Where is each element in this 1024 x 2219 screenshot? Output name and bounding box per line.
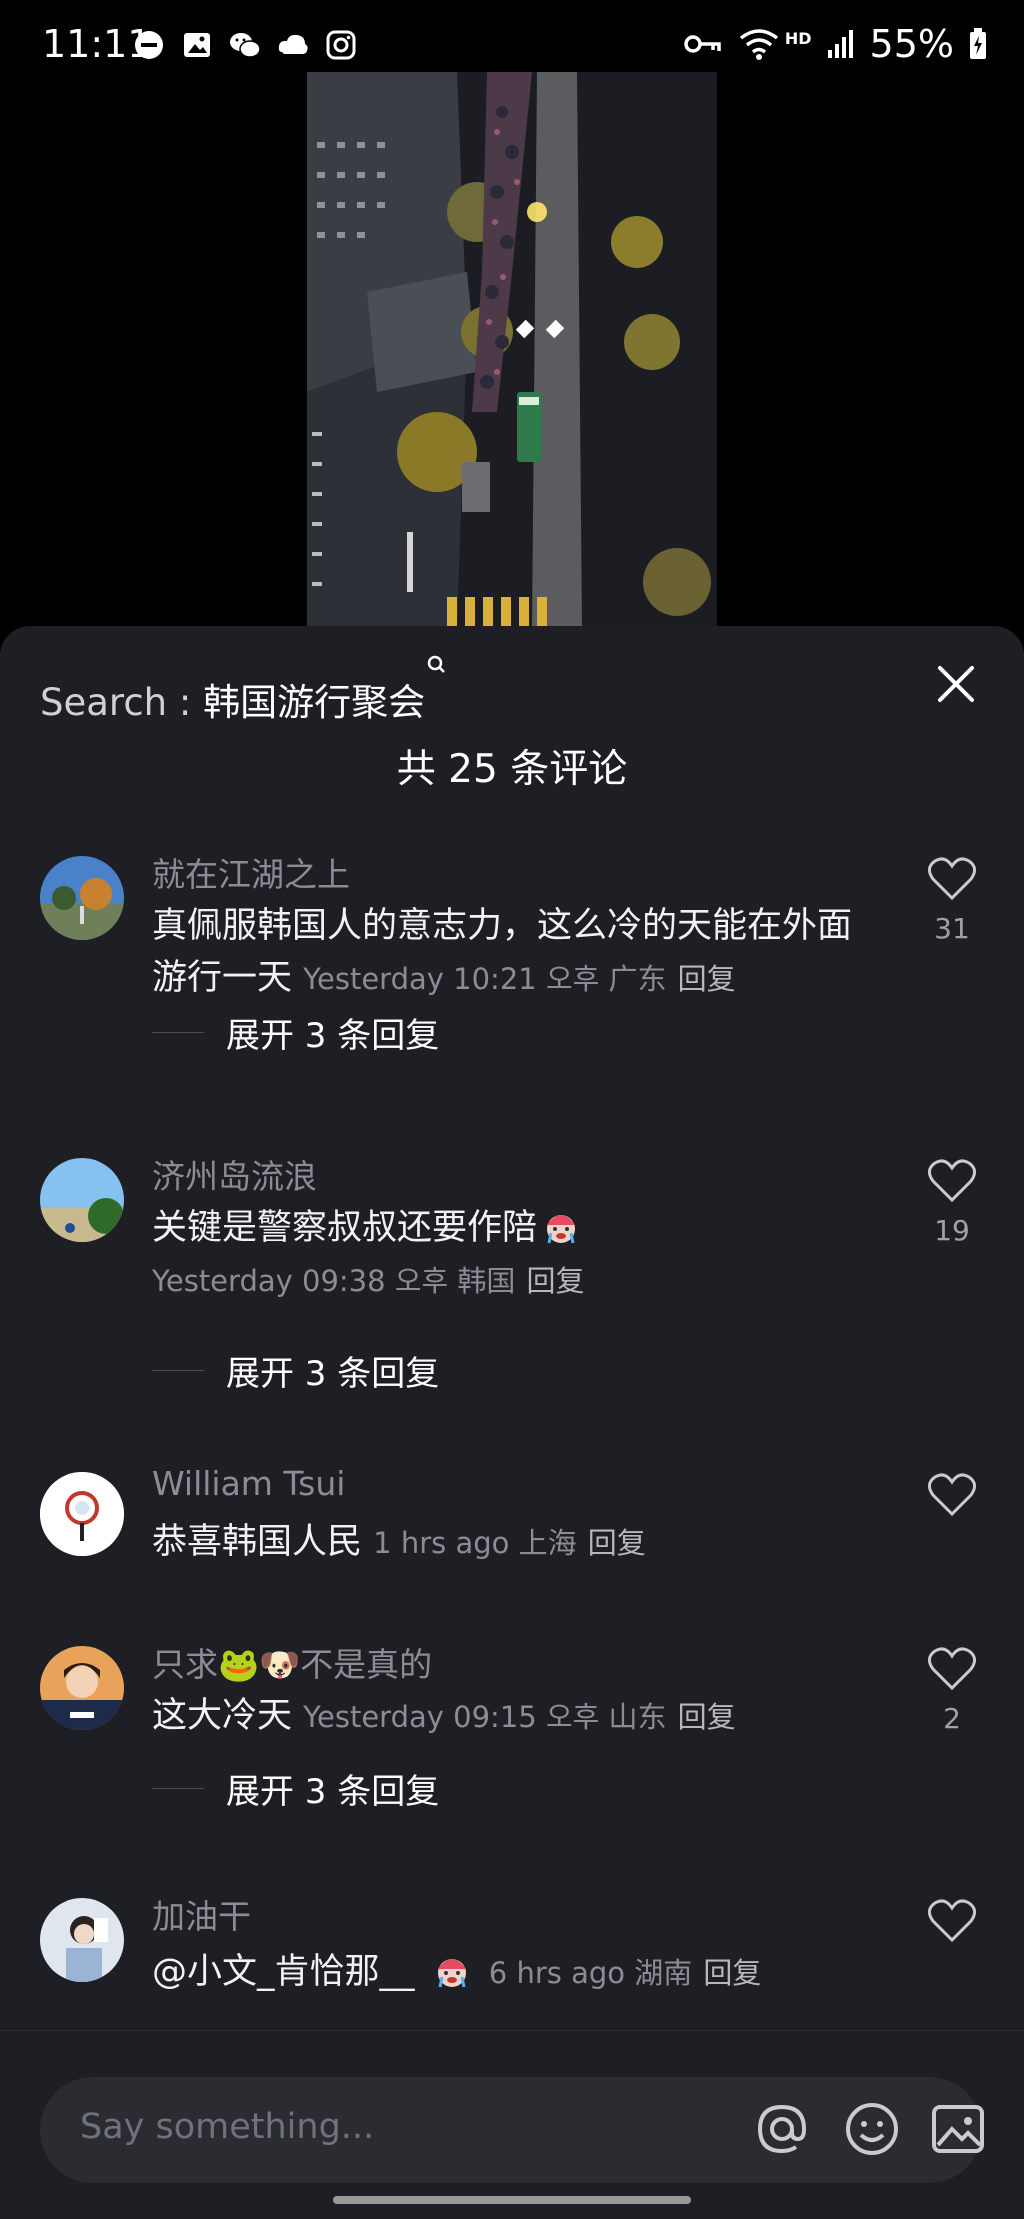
comment-body: 恭喜韩国人民 1 hrs ago 上海 回复 — [152, 1516, 852, 1569]
reply-button[interactable]: 回复 — [678, 1700, 736, 1734]
comment-text: 这大冷天 — [152, 1696, 293, 1736]
comment-time: 1 hrs ago 上海 — [373, 1526, 577, 1560]
wifi-icon — [739, 29, 778, 60]
comment-count-title: 共 25 条评论 — [396, 747, 628, 792]
crying-emoji-icon — [547, 1215, 576, 1244]
divider — [152, 1788, 204, 1789]
avatar-image — [40, 856, 124, 940]
comment-username[interactable]: 就在江湖之上 — [152, 848, 350, 896]
avatar-image — [40, 1646, 124, 1730]
emoji-icon[interactable] — [842, 2099, 902, 2159]
avatar[interactable] — [40, 1158, 124, 1242]
comment-username[interactable]: 济州岛流浪 — [152, 1150, 317, 1198]
comment-body: 真佩服韩国人的意志力，这么冷的天能在外面游行一天 Yesterday 10:21… — [152, 900, 852, 1005]
comment-username[interactable]: 只求🐸🐶不是真的 — [152, 1638, 432, 1686]
like-button[interactable] — [926, 1472, 978, 1528]
comment-sheet: Search : 韩国游行聚会 共 25 条评论 就在江湖之上 真佩服韩国人的意… — [0, 626, 1024, 2219]
like-count: 2 — [943, 1702, 961, 1735]
avatar[interactable] — [40, 1898, 124, 1982]
heart-icon — [928, 857, 976, 901]
comment-time: Yesterday 09:38 오후 韩国 — [152, 1264, 516, 1298]
comment-body: 关键是警察叔叔还要作陪 Yesterday 09:38 오후 韩国 回复 — [152, 1202, 852, 1307]
expand-replies-button[interactable]: 展开 3 条回复 — [152, 1764, 439, 1813]
expand-replies-button[interactable]: 展开 3 条回复 — [152, 1346, 439, 1395]
comment-time: 6 hrs ago 湖南 — [488, 1956, 693, 1990]
divider — [152, 1032, 204, 1033]
like-button[interactable]: 31 — [926, 856, 978, 945]
like-button[interactable]: 2 — [926, 1646, 978, 1735]
avatar-image — [40, 1898, 124, 1982]
signal-icon — [827, 30, 853, 58]
avatar[interactable] — [40, 856, 124, 940]
battery-percent: 55% — [869, 22, 954, 66]
heart-icon — [928, 1159, 976, 1203]
instagram-icon — [326, 30, 356, 60]
status-icons-right: HD 55% — [683, 22, 988, 66]
avatar-image — [40, 1472, 124, 1556]
cloud-icon — [278, 34, 308, 54]
comment-username[interactable]: 加油干 — [152, 1890, 251, 1938]
heart-icon — [928, 1647, 976, 1691]
comment-input-bar: Say something... — [0, 2030, 1024, 2219]
vpn-key-icon — [684, 35, 721, 53]
reply-button[interactable]: 回复 — [703, 1956, 761, 1990]
search-suggestion[interactable]: Search : 韩国游行聚会 — [40, 655, 445, 726]
search-label: Search : — [40, 681, 204, 724]
like-button[interactable]: 19 — [926, 1158, 978, 1247]
home-indicator[interactable] — [333, 2196, 691, 2204]
divider — [152, 1370, 204, 1371]
video-thumbnail — [307, 72, 717, 627]
wechat-icon — [230, 33, 261, 58]
avatar[interactable] — [40, 1646, 124, 1730]
heart-icon — [928, 1899, 976, 1943]
image-icon[interactable] — [928, 2099, 988, 2159]
comment-body: 这大冷天 Yesterday 09:15 오후 山东 回复 — [152, 1690, 852, 1743]
battery-icon — [970, 28, 986, 59]
search-icon — [427, 655, 445, 673]
network-type: HD — [784, 28, 812, 48]
comment-text[interactable]: @小文_肯恰那__ — [152, 1952, 426, 1992]
at-icon[interactable] — [752, 2099, 812, 2159]
comment-time: Yesterday 10:21 오후 广东 — [303, 962, 667, 996]
expand-replies-button[interactable]: 展开 3 条回复 — [152, 1008, 439, 1057]
dnd-icon — [135, 31, 163, 59]
expand-replies-label: 展开 3 条回复 — [226, 1772, 440, 1812]
reply-button[interactable]: 回复 — [588, 1526, 646, 1560]
comment-text: 关键是警察叔叔还要作陪 — [152, 1208, 538, 1248]
close-icon[interactable] — [934, 662, 978, 706]
comment-username[interactable]: William Tsui — [152, 1464, 345, 1503]
avatar-image — [40, 1158, 124, 1242]
status-icons-left — [132, 28, 358, 62]
expand-replies-label: 展开 3 条回复 — [226, 1016, 440, 1056]
like-count: 19 — [934, 1214, 970, 1247]
avatar[interactable] — [40, 1472, 124, 1556]
comment-input[interactable]: Say something... — [40, 2077, 984, 2183]
reply-button[interactable]: 回复 — [678, 962, 736, 996]
reply-button[interactable]: 回复 — [527, 1264, 585, 1298]
video-player[interactable] — [307, 72, 717, 627]
like-button[interactable] — [926, 1898, 978, 1954]
search-keyword[interactable]: 韩国游行聚会 — [203, 681, 425, 724]
crying-emoji-icon — [437, 1959, 466, 1988]
comment-body: @小文_肯恰那__ 6 hrs ago 湖南 回复 — [152, 1946, 852, 1999]
comment-time: Yesterday 09:15 오후 山东 — [303, 1700, 667, 1734]
expand-replies-label: 展开 3 条回复 — [226, 1354, 440, 1394]
input-placeholder: Say something... — [80, 2107, 375, 2147]
like-count: 31 — [934, 912, 970, 945]
gallery-icon — [184, 33, 210, 57]
comment-text: 恭喜韩国人民 — [152, 1522, 363, 1562]
heart-icon — [928, 1473, 976, 1517]
